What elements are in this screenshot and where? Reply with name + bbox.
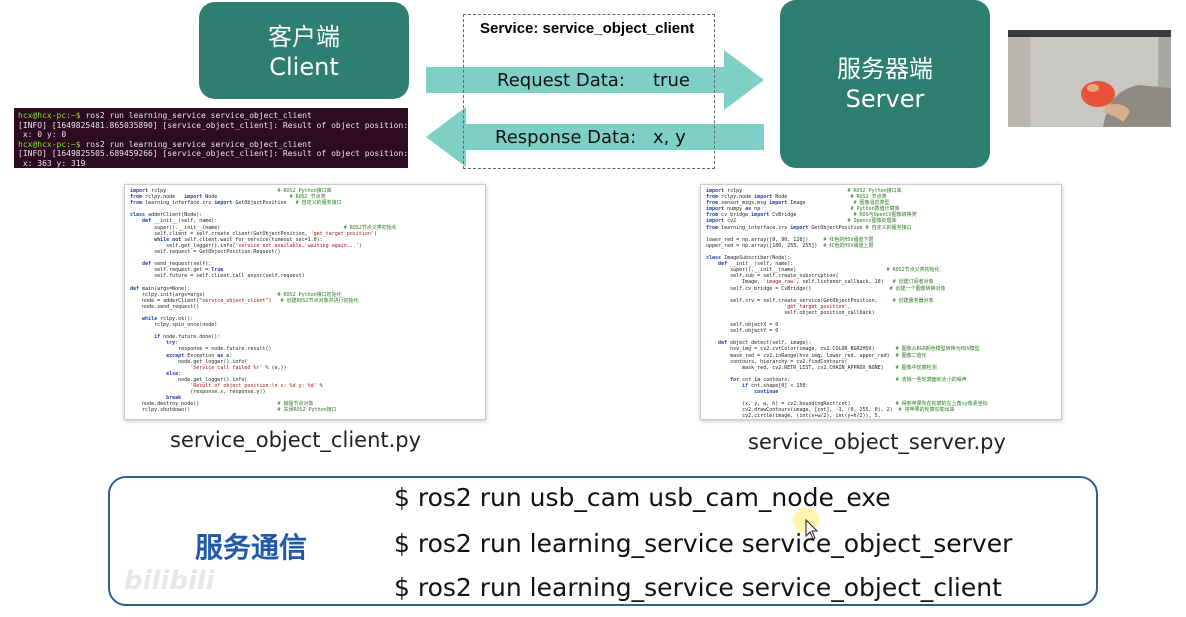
terminal-line: [INFO] [1649825481.865035890] [service_o…	[18, 120, 408, 130]
terminal-output: hcx@hcx-pc:~$ ros2 run learning_service …	[14, 108, 408, 168]
terminal-line: x: 0 y: 0	[18, 130, 67, 140]
server-node: 服务器端 Server	[780, 0, 990, 168]
request-value: true	[653, 70, 690, 91]
response-value: x, y	[653, 127, 686, 148]
terminal-line: [INFO] [1649825505.689459266] [service_o…	[18, 149, 408, 159]
mouse-cursor-icon	[793, 507, 819, 540]
bilibili-watermark: bilibili	[124, 566, 215, 596]
request-label: Request Data:	[497, 70, 625, 91]
client-code-caption: service_object_client.py	[170, 428, 422, 452]
service-title: Service: service_object_client	[480, 20, 695, 37]
command-line: $ ros2 run learning_service service_obje…	[394, 529, 1013, 558]
command-line: $ ros2 run learning_service service_obje…	[394, 573, 1002, 602]
client-code-image: import rclpy # ROS2 Python接口库 from rclpy…	[124, 184, 486, 420]
webcam-picture	[1008, 30, 1171, 127]
server-node-zh-label: 服务器端	[837, 55, 933, 83]
server-code-caption: service_object_server.py	[748, 430, 1006, 454]
terminal-line: hcx@hcx-pc:~$ ros2 run learning_service …	[18, 139, 312, 149]
response-label: Response Data:	[495, 127, 637, 148]
terminal-line: x: 363 y: 319	[18, 158, 86, 168]
command-box-title: 服务通信	[195, 531, 308, 564]
client-node: 客户端 Client	[199, 2, 409, 99]
server-code-image: import rclpy # ROS2 Python接口库 from rclpy…	[700, 184, 1062, 420]
webcam-image	[1008, 30, 1171, 127]
client-node-zh-label: 客户端	[268, 23, 340, 51]
server-node-en-label: Server	[845, 85, 925, 113]
terminal-line: hcx@hcx-pc:~$ ros2 run learning_service …	[18, 111, 312, 120]
client-node-en-label: Client	[269, 53, 339, 81]
